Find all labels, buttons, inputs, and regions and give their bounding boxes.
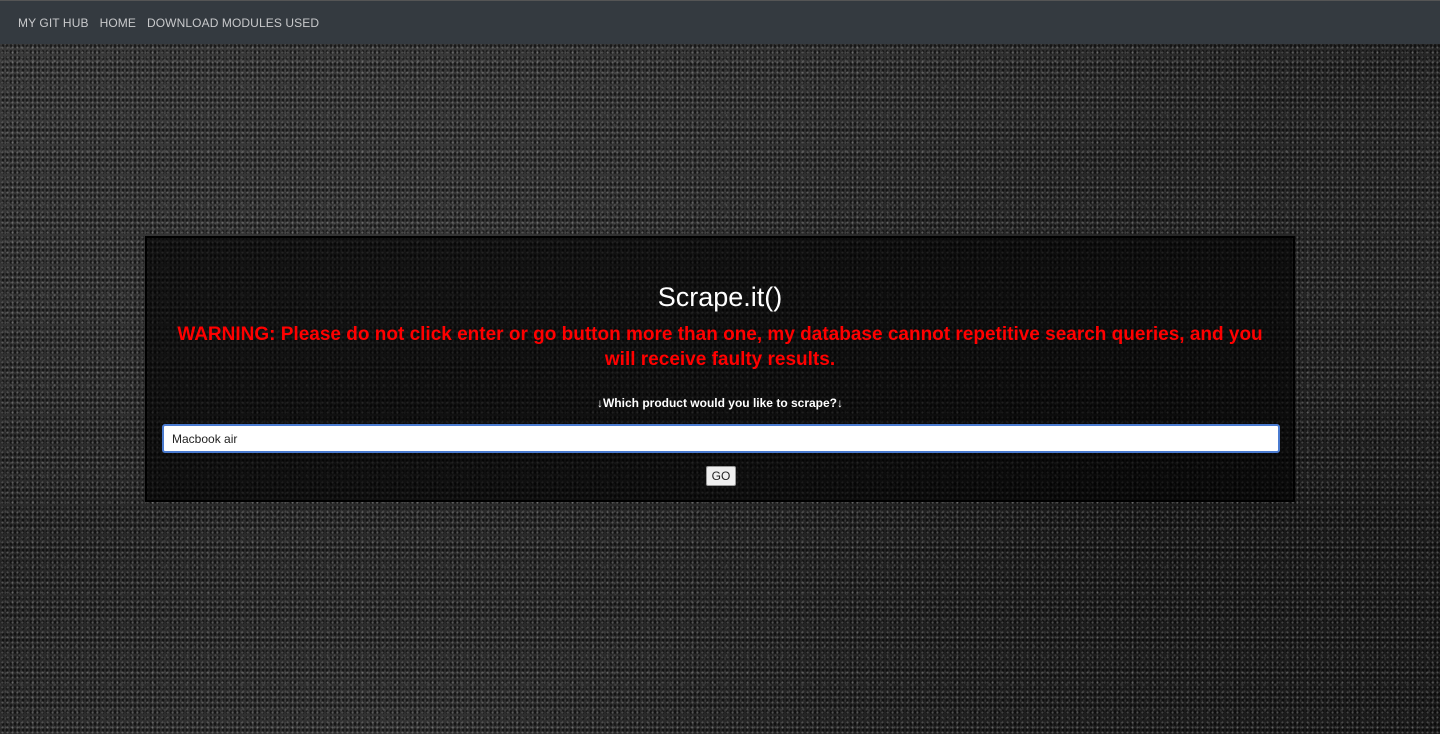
nav-link-my-git-hub[interactable]: MY GIT HUB [18, 16, 89, 30]
product-search-input[interactable] [162, 424, 1280, 453]
go-button[interactable]: GO [706, 466, 736, 486]
nav-link-download-modules-used[interactable]: DOWNLOAD MODULES USED [147, 16, 319, 30]
page-title: Scrape.it() [657, 282, 783, 312]
search-prompt-label: ↓Which product would you like to scrape?… [596, 396, 844, 410]
top-navbar: MY GIT HUB HOME DOWNLOAD MODULES USED [0, 0, 1440, 44]
warning-message: WARNING: Please do not click enter or go… [177, 324, 1263, 370]
nav-link-home[interactable]: HOME [100, 16, 136, 30]
scrape-panel: Scrape.it() WARNING: Please do not click… [145, 236, 1295, 502]
